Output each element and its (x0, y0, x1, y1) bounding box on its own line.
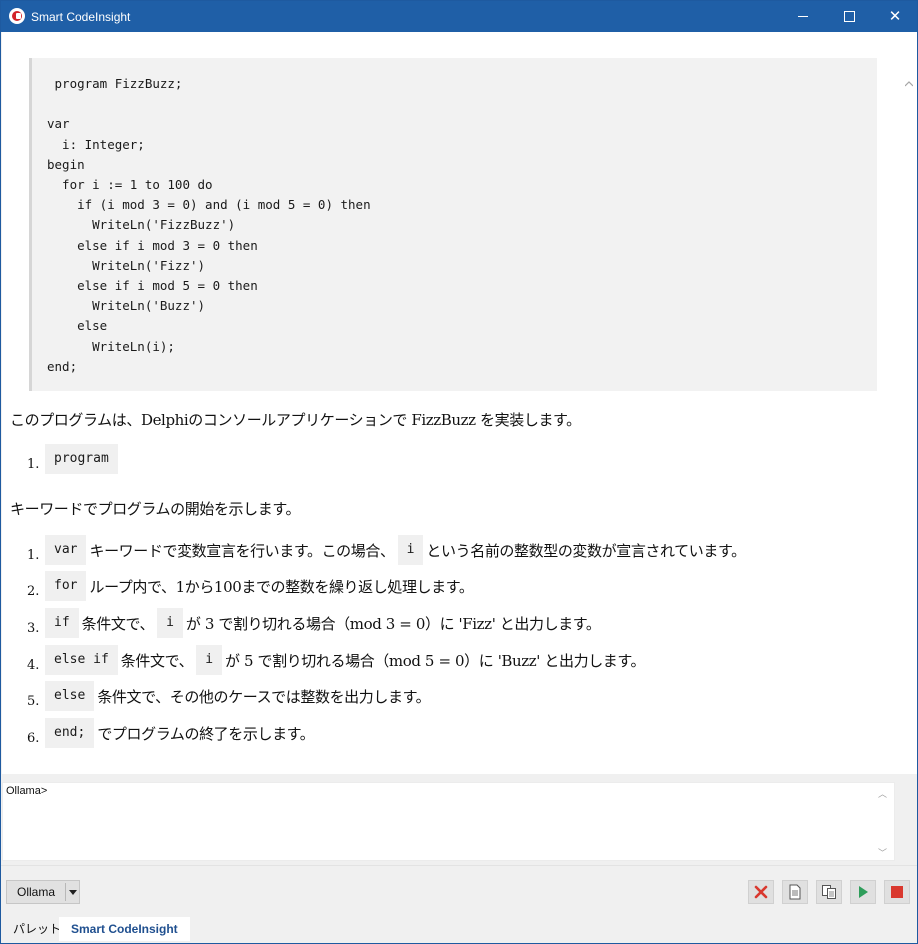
inline-code: var (45, 535, 87, 565)
dropdown-divider (65, 883, 66, 901)
list-text: が 3 で割り切れる場合（mod 3 = 0）に 'Fizz' と出力します。 (185, 614, 601, 633)
list-number: 4. (27, 658, 40, 673)
inline-code: end; (45, 718, 95, 748)
list-text: という名前の整数型の変数が宣言されています。 (426, 541, 746, 560)
app-logo-icon (9, 8, 25, 24)
code-block: program FizzBuzz; var i: Integer; begin … (29, 58, 877, 391)
stop-button[interactable] (884, 880, 910, 904)
model-select-label: Ollama (17, 885, 56, 899)
middle-paragraph: キーワードでプログラムの開始を示します。 (10, 500, 301, 518)
inline-code: if (45, 608, 79, 638)
list-text: 条件文で、その他のケースでは整数を出力します。 (97, 687, 431, 706)
play-icon (859, 886, 868, 898)
intro-paragraph: このプログラムは、Delphiのコンソールアプリケーションで FizzBuzz … (10, 411, 581, 429)
list-text: 条件文で、 (81, 614, 155, 633)
model-select[interactable]: Ollama (6, 880, 80, 904)
list-number: 1. (27, 457, 40, 472)
clear-icon (754, 885, 768, 899)
list-number: 2. (27, 584, 40, 599)
list-number: 1. (27, 548, 40, 563)
response-view[interactable]: program FizzBuzz; var i: Integer; begin … (2, 32, 917, 774)
inline-code: else (45, 681, 95, 711)
list-text: ループ内で、1から100までの整数を繰り返し処理します。 (89, 577, 474, 596)
maximize-button[interactable] (826, 1, 872, 32)
close-icon: ✕ (888, 7, 902, 25)
run-button[interactable] (850, 880, 876, 904)
document-icon (789, 884, 801, 900)
inline-code: for (45, 571, 87, 601)
scroll-up-icon[interactable]: ︿ (878, 787, 887, 800)
tab-palette[interactable]: パレット (13, 917, 61, 941)
inline-code: program (45, 444, 118, 474)
maximize-icon (843, 11, 855, 22)
prompt-input[interactable]: Ollama> ︿ ﹀ (2, 782, 895, 861)
list-number: 3. (27, 621, 40, 636)
scroll-up-icon[interactable] (904, 72, 914, 87)
minimize-button[interactable] (780, 1, 826, 32)
inline-code: else if (45, 645, 118, 675)
inline-code: i (196, 645, 223, 675)
tab-bar: パレット Smart CodeInsight (1, 915, 917, 943)
chevron-down-icon (69, 890, 77, 895)
list-text: キーワードで変数宣言を行います。この場合、 (89, 541, 395, 560)
minimize-icon (798, 16, 808, 17)
list-number: 5. (27, 694, 40, 709)
list-text: でプログラムの終了を示します。 (97, 724, 315, 743)
new-document-button[interactable] (782, 880, 808, 904)
code-text: program FizzBuzz; var i: Integer; begin … (47, 76, 371, 374)
list-text: 条件文で、 (120, 651, 194, 670)
inline-code: i (397, 535, 424, 565)
list-number: 6. (27, 731, 40, 746)
toolbar: Ollama (1, 865, 917, 916)
prompt-input-text: Ollama> (6, 785, 48, 797)
list-text: が 5 で割り切れる場合（mod 5 = 0）に 'Buzz' と出力します。 (225, 651, 646, 670)
inline-code: i (157, 608, 183, 638)
smart-codeinsight-window: Smart CodeInsight ✕ program FizzBuzz; va… (0, 0, 918, 944)
scroll-down-icon[interactable]: ﹀ (878, 846, 887, 859)
clear-button[interactable] (748, 880, 774, 904)
copy-icon (822, 885, 836, 899)
close-button[interactable]: ✕ (872, 1, 917, 32)
title-bar[interactable]: Smart CodeInsight ✕ (1, 1, 917, 32)
window-title: Smart CodeInsight (31, 10, 131, 24)
copy-button[interactable] (816, 880, 842, 904)
tab-smart-codeinsight[interactable]: Smart CodeInsight (59, 917, 190, 941)
stop-icon (891, 886, 903, 898)
